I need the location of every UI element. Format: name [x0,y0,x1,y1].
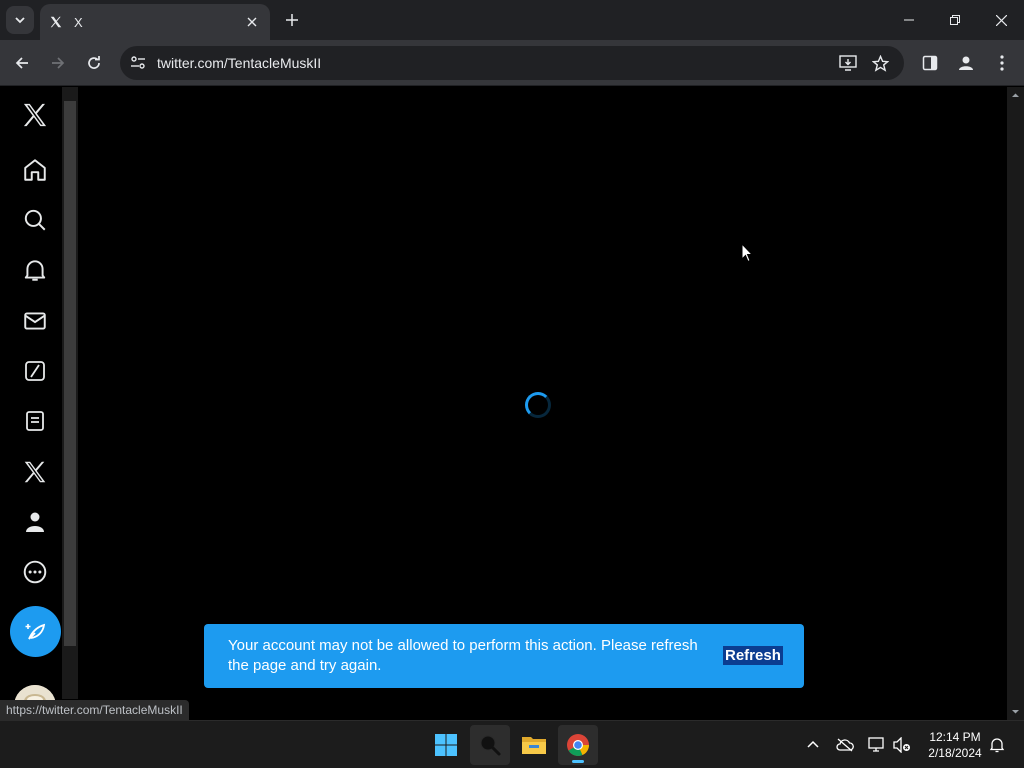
browser-tab[interactable]: X [40,4,270,40]
close-window-button[interactable] [978,0,1024,40]
onedrive-cloud-icon[interactable] [835,735,855,755]
windows-start-icon [435,734,457,756]
minimize-button[interactable] [886,0,932,40]
arrow-right-icon [52,57,65,69]
page-viewport: Your account may not be allowed to perfo… [0,87,1024,720]
nav-scrollbar-thumb[interactable] [64,101,76,646]
premium-x-icon[interactable] [15,452,55,492]
more-vertical-icon [1000,55,1004,71]
link-status-bubble: https://twitter.com/TentacleMuskII [0,700,189,720]
notification-bell-icon[interactable] [987,735,1007,755]
tab-search-button[interactable] [6,6,34,34]
volume-muted-icon[interactable] [892,735,912,755]
side-panel-icon [922,55,938,71]
taskbar-clock[interactable]: 12:14 PM 2/18/2024 [918,729,992,761]
loading-spinner [525,392,551,418]
more-circle-icon[interactable] [15,552,55,592]
reload-button[interactable] [80,49,108,77]
error-toast: Your account may not be allowed to perfo… [204,624,804,688]
tab-title: X [74,14,83,30]
chevron-up-icon[interactable] [803,735,823,755]
profile-icon [959,56,973,70]
scroll-down-icon[interactable] [1011,707,1020,716]
bookmark-star-icon[interactable] [868,51,892,75]
restore-icon [950,15,960,25]
browser-tab-strip: X [0,0,1024,40]
browser-toolbar: twitter.com/TentacleMuskII [0,40,1024,86]
chrome-menu-button[interactable] [988,49,1016,77]
page-scrollbar[interactable] [1007,87,1024,720]
lists-icon[interactable] [15,401,55,441]
messages-envelope-icon[interactable] [15,301,55,341]
file-explorer-icon [522,737,546,754]
tab-close-icon[interactable] [242,12,262,32]
post-feather-icon [25,623,45,640]
clock-date: 2/18/2024 [928,746,982,760]
scroll-up-icon[interactable] [1011,91,1020,100]
plus-icon [286,14,298,26]
search-icon[interactable] [15,200,55,240]
minimize-icon [904,19,914,21]
toast-message: Your account may not be allowed to perfo… [228,637,698,674]
arrow-left-icon [15,57,28,69]
search-icon [480,735,501,756]
side-panel-button[interactable] [916,49,944,77]
address-bar[interactable]: twitter.com/TentacleMuskII [120,46,904,80]
address-url: twitter.com/TentacleMuskII [157,55,322,71]
home-icon[interactable] [15,150,55,190]
site-info-icon[interactable] [126,51,150,75]
windows-taskbar: 12:14 PM 2/18/2024 [0,720,1024,768]
chevron-down-icon [15,17,25,24]
screen: X twitter.com/TentacleMuskII Your accoun… [0,0,1024,768]
profile-button[interactable] [952,49,980,77]
chrome-icon [567,734,589,756]
reload-icon [88,56,100,69]
install-app-icon[interactable] [836,51,860,75]
file-explorer-button[interactable] [514,725,554,765]
close-icon [995,14,1007,26]
mouse-cursor-icon [741,243,753,263]
post-button[interactable] [10,606,61,657]
nav-scrollbar[interactable] [62,87,78,699]
running-indicator [572,760,584,763]
taskbar-search-button[interactable] [470,725,510,765]
start-button[interactable] [426,725,466,765]
refresh-button[interactable]: Refresh [723,646,783,665]
x-side-navigation [0,87,70,720]
profile-person-icon[interactable] [15,502,55,542]
new-tab-button[interactable] [280,8,304,32]
grok-icon[interactable] [15,351,55,391]
back-button[interactable] [8,49,36,77]
x-logo-icon[interactable] [15,95,55,135]
network-icon[interactable] [867,735,887,755]
x-favicon-icon [48,14,64,30]
chrome-taskbar-button[interactable] [558,725,598,765]
forward-button[interactable] [44,49,72,77]
restore-button[interactable] [932,0,978,40]
notifications-bell-icon[interactable] [15,250,55,290]
clock-time: 12:14 PM [929,730,981,744]
